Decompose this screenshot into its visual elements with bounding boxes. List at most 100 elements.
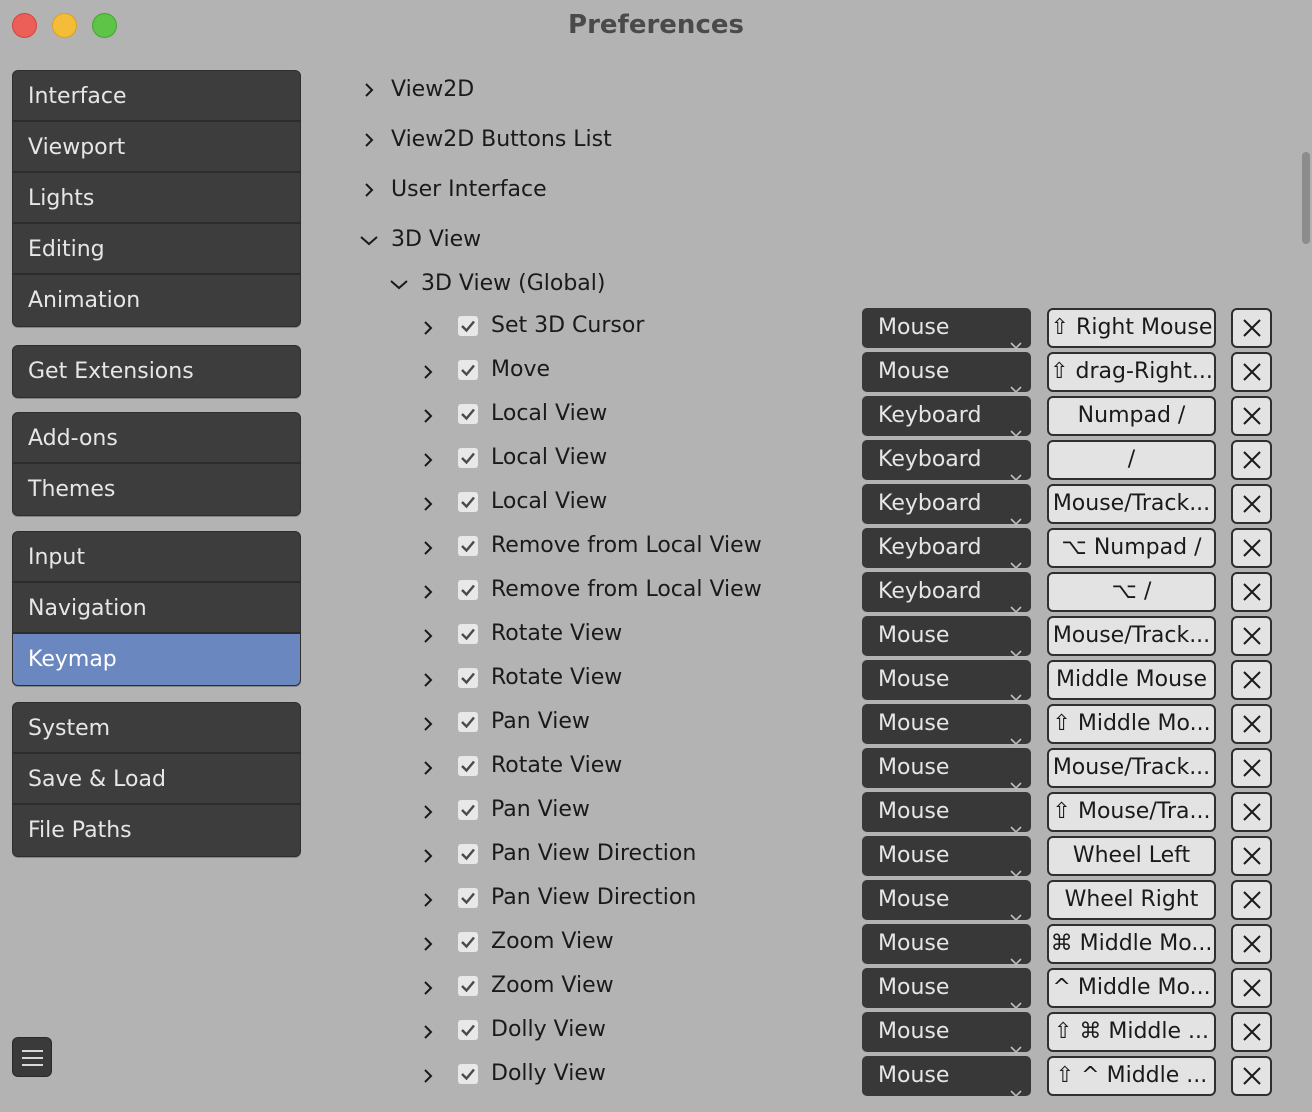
- remove-item-button[interactable]: [1231, 396, 1272, 436]
- enabled-checkbox[interactable]: [458, 668, 478, 688]
- tree-section-user-interface[interactable]: User Interface: [360, 170, 860, 210]
- remove-item-button[interactable]: [1231, 440, 1272, 480]
- enabled-checkbox[interactable]: [458, 536, 478, 556]
- enabled-checkbox[interactable]: [458, 1064, 478, 1084]
- remove-item-button[interactable]: [1231, 616, 1272, 656]
- remove-item-button[interactable]: [1231, 308, 1272, 348]
- sidebar-item-lights[interactable]: Lights: [13, 173, 300, 224]
- key-binding-button[interactable]: ⇧ ^ Middle ...: [1047, 1056, 1216, 1096]
- sidebar-item-interface[interactable]: Interface: [13, 71, 300, 122]
- key-binding-button[interactable]: Middle Mouse: [1047, 660, 1216, 700]
- remove-item-button[interactable]: [1231, 528, 1272, 568]
- key-binding-button[interactable]: Mouse/Track...: [1047, 484, 1216, 524]
- chevron-right-icon[interactable]: [421, 849, 435, 863]
- key-binding-button[interactable]: ⇧ Middle Mo...: [1047, 704, 1216, 744]
- remove-item-button[interactable]: [1231, 352, 1272, 392]
- input-type-dropdown[interactable]: Keyboard: [862, 440, 1031, 482]
- input-type-dropdown[interactable]: Mouse: [862, 836, 1031, 878]
- chevron-right-icon[interactable]: [421, 717, 435, 731]
- remove-item-button[interactable]: [1231, 836, 1272, 876]
- chevron-right-icon[interactable]: [421, 321, 435, 335]
- chevron-right-icon[interactable]: [421, 629, 435, 643]
- remove-item-button[interactable]: [1231, 792, 1272, 832]
- key-binding-button[interactable]: Wheel Right: [1047, 880, 1216, 920]
- input-type-dropdown[interactable]: Keyboard: [862, 396, 1031, 438]
- chevron-right-icon[interactable]: [421, 893, 435, 907]
- chevron-right-icon[interactable]: [421, 497, 435, 511]
- remove-item-button[interactable]: [1231, 572, 1272, 612]
- enabled-checkbox[interactable]: [458, 492, 478, 512]
- chevron-right-icon[interactable]: [421, 1025, 435, 1039]
- chevron-right-icon[interactable]: [421, 541, 435, 555]
- key-binding-button[interactable]: Numpad /: [1047, 396, 1216, 436]
- chevron-right-icon[interactable]: [421, 409, 435, 423]
- enabled-checkbox[interactable]: [458, 932, 478, 952]
- remove-item-button[interactable]: [1231, 968, 1272, 1008]
- tree-subsection-3d-view-global[interactable]: 3D View (Global): [390, 264, 890, 304]
- sidebar-item-editing[interactable]: Editing: [13, 224, 300, 275]
- tree-section-3d-view[interactable]: 3D View: [360, 220, 860, 260]
- chevron-right-icon[interactable]: [421, 805, 435, 819]
- enabled-checkbox[interactable]: [458, 756, 478, 776]
- input-type-dropdown[interactable]: Mouse: [862, 1012, 1031, 1054]
- key-binding-button[interactable]: ⇧ drag-Right...: [1047, 352, 1216, 392]
- key-binding-button[interactable]: ⇧ Right Mouse: [1047, 308, 1216, 348]
- input-type-dropdown[interactable]: Mouse: [862, 792, 1031, 834]
- enabled-checkbox[interactable]: [458, 360, 478, 380]
- key-binding-button[interactable]: ⇧ Mouse/Tra...: [1047, 792, 1216, 832]
- enabled-checkbox[interactable]: [458, 844, 478, 864]
- sidebar-item-viewport[interactable]: Viewport: [13, 122, 300, 173]
- input-type-dropdown[interactable]: Mouse: [862, 968, 1031, 1010]
- enabled-checkbox[interactable]: [458, 580, 478, 600]
- chevron-right-icon[interactable]: [421, 453, 435, 467]
- key-binding-button[interactable]: ^ Middle Mo...: [1047, 968, 1216, 1008]
- remove-item-button[interactable]: [1231, 484, 1272, 524]
- remove-item-button[interactable]: [1231, 924, 1272, 964]
- input-type-dropdown[interactable]: Mouse: [862, 924, 1031, 966]
- chevron-right-icon[interactable]: [421, 937, 435, 951]
- input-type-dropdown[interactable]: Mouse: [862, 660, 1031, 702]
- input-type-dropdown[interactable]: Mouse: [862, 308, 1031, 350]
- enabled-checkbox[interactable]: [458, 448, 478, 468]
- tree-section-view2d-buttons-list[interactable]: View2D Buttons List: [360, 120, 860, 160]
- input-type-dropdown[interactable]: Keyboard: [862, 572, 1031, 614]
- key-binding-button[interactable]: Wheel Left: [1047, 836, 1216, 876]
- chevron-right-icon[interactable]: [421, 1069, 435, 1083]
- vertical-scrollbar[interactable]: [1302, 152, 1310, 244]
- key-binding-button[interactable]: ⌘ Middle Mo...: [1047, 924, 1216, 964]
- key-binding-button[interactable]: ⌥ /: [1047, 572, 1216, 612]
- input-type-dropdown[interactable]: Mouse: [862, 748, 1031, 790]
- chevron-right-icon[interactable]: [421, 761, 435, 775]
- key-binding-button[interactable]: ⇧ ⌘ Middle ...: [1047, 1012, 1216, 1052]
- input-type-dropdown[interactable]: Mouse: [862, 704, 1031, 746]
- enabled-checkbox[interactable]: [458, 712, 478, 732]
- remove-item-button[interactable]: [1231, 704, 1272, 744]
- remove-item-button[interactable]: [1231, 660, 1272, 700]
- input-type-dropdown[interactable]: Keyboard: [862, 528, 1031, 570]
- remove-item-button[interactable]: [1231, 1012, 1272, 1052]
- remove-item-button[interactable]: [1231, 880, 1272, 920]
- enabled-checkbox[interactable]: [458, 404, 478, 424]
- enabled-checkbox[interactable]: [458, 800, 478, 820]
- key-binding-button[interactable]: /: [1047, 440, 1216, 480]
- enabled-checkbox[interactable]: [458, 316, 478, 336]
- key-binding-button[interactable]: Mouse/Track...: [1047, 748, 1216, 788]
- key-binding-button[interactable]: ⌥ Numpad /: [1047, 528, 1216, 568]
- enabled-checkbox[interactable]: [458, 1020, 478, 1040]
- input-type-dropdown[interactable]: Mouse: [862, 352, 1031, 394]
- input-type-dropdown[interactable]: Keyboard: [862, 484, 1031, 526]
- input-type-dropdown[interactable]: Mouse: [862, 880, 1031, 922]
- input-type-dropdown[interactable]: Mouse: [862, 1056, 1031, 1098]
- enabled-checkbox[interactable]: [458, 888, 478, 908]
- remove-item-button[interactable]: [1231, 748, 1272, 788]
- chevron-right-icon[interactable]: [421, 981, 435, 995]
- key-binding-button[interactable]: Mouse/Track...: [1047, 616, 1216, 656]
- chevron-right-icon[interactable]: [421, 365, 435, 379]
- chevron-right-icon[interactable]: [421, 585, 435, 599]
- chevron-right-icon[interactable]: [421, 673, 435, 687]
- enabled-checkbox[interactable]: [458, 624, 478, 644]
- enabled-checkbox[interactable]: [458, 976, 478, 996]
- tree-section-view2d[interactable]: View2D: [360, 70, 860, 110]
- remove-item-button[interactable]: [1231, 1056, 1272, 1096]
- input-type-dropdown[interactable]: Mouse: [862, 616, 1031, 658]
